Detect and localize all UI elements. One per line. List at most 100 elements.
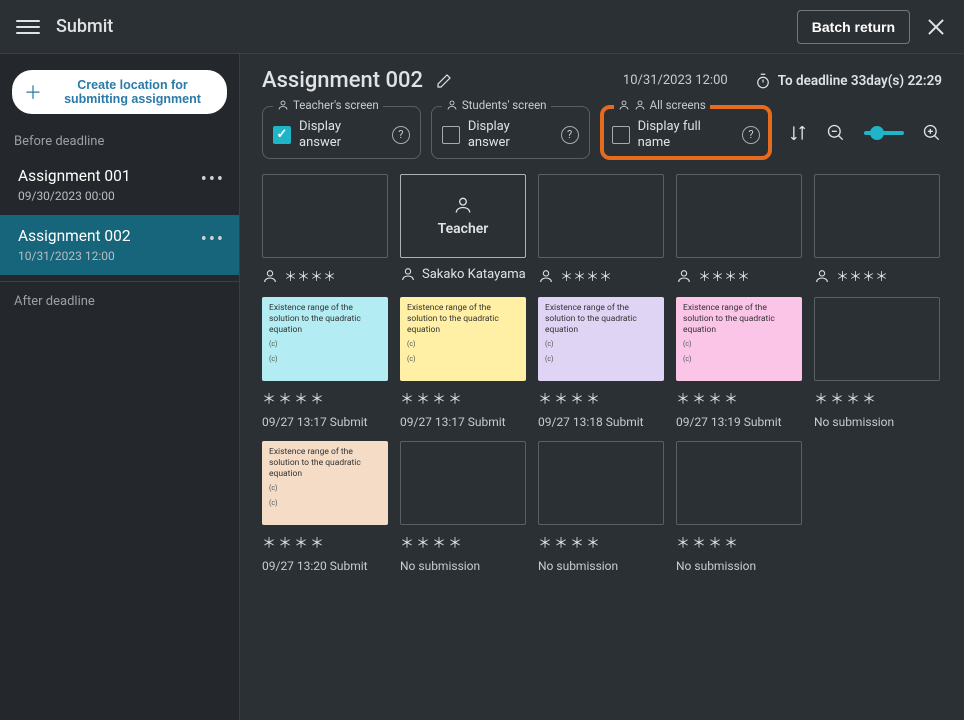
- page-title: Submit: [56, 16, 797, 37]
- user-name-masked: ＊＊＊＊: [400, 533, 526, 553]
- empty-card: [814, 297, 940, 381]
- submission-time: 09/27 13:17 Submit: [262, 415, 388, 429]
- submission-cell[interactable]: ＊＊＊＊ No submission: [538, 441, 664, 573]
- user-name-masked: ＊＊＊＊: [262, 389, 388, 409]
- help-icon[interactable]: ?: [561, 126, 579, 144]
- user-name: ＊＊＊＊: [262, 266, 388, 285]
- submission-time: No submission: [814, 415, 940, 429]
- batch-return-button[interactable]: Batch return: [797, 10, 910, 44]
- checkbox-display-full-name[interactable]: [612, 126, 630, 144]
- assignment-date: 10/31/2023 12:00: [18, 249, 221, 263]
- user-name: ＊＊＊＊: [814, 266, 940, 285]
- section-before-deadline: Before deadline: [0, 128, 239, 155]
- user-name: ＊＊＊＊: [538, 266, 664, 285]
- submission-cell[interactable]: Existence range of the solution to the q…: [676, 297, 802, 429]
- submission-cell[interactable]: Existence range of the solution to the q…: [538, 297, 664, 429]
- zoom-slider[interactable]: [864, 131, 904, 135]
- sort-icon[interactable]: [788, 123, 808, 143]
- option-label: Display answer: [468, 119, 553, 150]
- user-name-masked: ＊＊＊＊: [676, 533, 802, 553]
- option-teacher-screen: Teacher's screen Display answer ?: [262, 106, 421, 159]
- submission-cell[interactable]: Teacher Sakako Katayama: [400, 174, 526, 285]
- submission-time: No submission: [676, 559, 802, 573]
- checkbox-students-display-answer[interactable]: [442, 126, 460, 144]
- submission-cell[interactable]: ＊＊＊＊ No submission: [400, 441, 526, 573]
- empty-card: [538, 174, 664, 258]
- sidebar-item-assignment-001[interactable]: Assignment 001 09/30/2023 00:00 •••: [0, 155, 239, 215]
- checkbox-teacher-display-answer[interactable]: [273, 126, 291, 144]
- person-icon: [453, 195, 473, 215]
- option-all-screens: All screens Display full name ?: [600, 105, 772, 160]
- zoom-out-icon[interactable]: [826, 123, 846, 143]
- submission-time: 09/27 13:17 Submit: [400, 415, 526, 429]
- empty-card: [814, 174, 940, 258]
- submission-time: No submission: [400, 559, 526, 573]
- teacher-card: Teacher: [400, 174, 526, 258]
- user-name-masked: ＊＊＊＊: [262, 533, 388, 553]
- submission-cell[interactable]: Existence range of the solution to the q…: [262, 441, 388, 573]
- assignment-name: Assignment 002: [18, 227, 221, 245]
- person-icon: [618, 99, 630, 111]
- person-icon: [676, 268, 692, 284]
- sidebar-item-assignment-002[interactable]: Assignment 002 10/31/2023 12:00 •••: [0, 215, 239, 275]
- person-icon: [814, 268, 830, 284]
- menu-icon[interactable]: [16, 15, 40, 39]
- user-name-masked: ＊＊＊＊: [538, 533, 664, 553]
- plus-icon: ＋: [24, 79, 42, 105]
- assignment-title: Assignment 002: [262, 68, 423, 93]
- more-icon[interactable]: •••: [201, 169, 225, 190]
- section-after-deadline: After deadline: [0, 288, 239, 315]
- empty-card: [538, 441, 664, 525]
- submission-time: 09/27 13:18 Submit: [538, 415, 664, 429]
- person-icon: [277, 99, 289, 111]
- person-icon: [262, 268, 278, 284]
- submission-cell[interactable]: Existence range of the solution to the q…: [262, 297, 388, 429]
- option-label: Display answer: [299, 119, 384, 150]
- submission-cell[interactable]: ＊＊＊＊: [814, 174, 940, 285]
- submission-note[interactable]: Existence range of the solution to the q…: [262, 297, 388, 381]
- submission-cell[interactable]: ＊＊＊＊ No submission: [814, 297, 940, 429]
- submission-note[interactable]: Existence range of the solution to the q…: [676, 297, 802, 381]
- user-name-masked: ＊＊＊＊: [400, 389, 526, 409]
- help-icon[interactable]: ?: [742, 126, 760, 144]
- submission-time: 09/27 13:19 Submit: [676, 415, 802, 429]
- empty-card: [400, 441, 526, 525]
- user-name-masked: ＊＊＊＊: [538, 389, 664, 409]
- option-students-screen: Students' screen Display answer ?: [431, 106, 590, 159]
- create-button-label: Create location for submitting assignmen…: [50, 78, 215, 106]
- option-label: Display full name: [638, 119, 734, 150]
- close-icon[interactable]: [924, 15, 948, 39]
- person-icon: [446, 99, 458, 111]
- person-icon: [400, 266, 416, 282]
- assignment-name: Assignment 001: [18, 167, 221, 185]
- more-icon[interactable]: •••: [201, 229, 225, 250]
- deadline-countdown: To deadline 33day(s) 22:29: [754, 72, 942, 90]
- submission-note[interactable]: Existence range of the solution to the q…: [538, 297, 664, 381]
- empty-card: [676, 174, 802, 258]
- submission-cell[interactable]: ＊＊＊＊: [262, 174, 388, 285]
- submission-time: 09/27 13:20 Submit: [262, 559, 388, 573]
- zoom-in-icon[interactable]: [922, 123, 942, 143]
- user-name-masked: ＊＊＊＊: [676, 389, 802, 409]
- person-icon: [634, 99, 646, 111]
- stopwatch-icon: [754, 72, 772, 90]
- teacher-label: Teacher: [438, 221, 489, 237]
- edit-icon[interactable]: [435, 72, 453, 90]
- empty-card: [676, 441, 802, 525]
- submission-note[interactable]: Existence range of the solution to the q…: [262, 441, 388, 525]
- submission-cell[interactable]: ＊＊＊＊ No submission: [676, 441, 802, 573]
- due-date: 10/31/2023 12:00: [623, 73, 728, 88]
- submission-note[interactable]: Existence range of the solution to the q…: [400, 297, 526, 381]
- submission-cell[interactable]: Existence range of the solution to the q…: [400, 297, 526, 429]
- user-name: Sakako Katayama: [400, 266, 526, 282]
- empty-card: [262, 174, 388, 258]
- assignment-date: 09/30/2023 00:00: [18, 189, 221, 203]
- create-assignment-button[interactable]: ＋ Create location for submitting assignm…: [12, 70, 227, 114]
- user-name-masked: ＊＊＊＊: [814, 389, 940, 409]
- user-name: ＊＊＊＊: [676, 266, 802, 285]
- submission-cell[interactable]: ＊＊＊＊: [676, 174, 802, 285]
- submission-cell[interactable]: ＊＊＊＊: [538, 174, 664, 285]
- submission-time: No submission: [538, 559, 664, 573]
- help-icon[interactable]: ?: [392, 126, 410, 144]
- person-icon: [538, 268, 554, 284]
